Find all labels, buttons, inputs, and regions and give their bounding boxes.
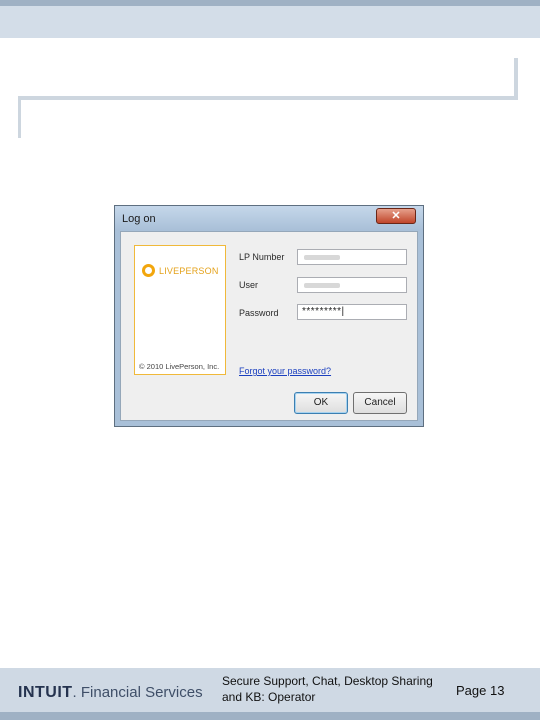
top-band xyxy=(0,0,540,38)
page-number: Page 13 xyxy=(456,683,505,698)
ok-button[interactable]: OK xyxy=(294,392,348,414)
copyright-text: © 2010 LivePerson, Inc. xyxy=(139,362,220,371)
cancel-button[interactable]: Cancel xyxy=(353,392,407,414)
user-label: User xyxy=(239,280,259,290)
liveperson-logo-icon xyxy=(142,264,155,277)
logo-text: LIVEPERSON xyxy=(159,266,219,276)
close-button[interactable]: ✕ xyxy=(376,208,416,224)
footer-bottom-line xyxy=(0,712,540,720)
lp-number-label: LP Number xyxy=(239,252,285,262)
footer-title: Secure Support, Chat, Desktop Sharing an… xyxy=(222,674,433,704)
dialog-titlebar[interactable]: Log on ✕ xyxy=(115,206,423,230)
password-label: Password xyxy=(239,308,279,318)
intuit-logo: INTUIT. Financial Services xyxy=(18,684,203,702)
user-field[interactable] xyxy=(297,277,407,293)
password-field[interactable]: *********| xyxy=(297,304,407,320)
frame-line-left xyxy=(18,96,21,138)
password-value: *********| xyxy=(302,306,345,317)
brand-strong: INTUIT xyxy=(18,684,73,701)
forgot-password-link[interactable]: Forgot your password? xyxy=(239,366,331,376)
close-icon: ✕ xyxy=(391,210,401,222)
top-band-line xyxy=(0,0,540,6)
dialog-title: Log on xyxy=(122,213,156,225)
frame-line-right xyxy=(514,58,518,100)
logon-dialog: Log on ✕ LIVEPERSON © 2010 LivePerson, I… xyxy=(114,205,424,427)
lp-number-field[interactable] xyxy=(297,249,407,265)
footer: INTUIT. Financial Services Secure Suppor… xyxy=(0,668,540,720)
logo-panel: LIVEPERSON © 2010 LivePerson, Inc. xyxy=(134,245,226,375)
frame-line-horizontal xyxy=(18,96,518,100)
dialog-client-area: LIVEPERSON © 2010 LivePerson, Inc. LP Nu… xyxy=(120,231,418,421)
brand-rest: . Financial Services xyxy=(72,684,203,701)
